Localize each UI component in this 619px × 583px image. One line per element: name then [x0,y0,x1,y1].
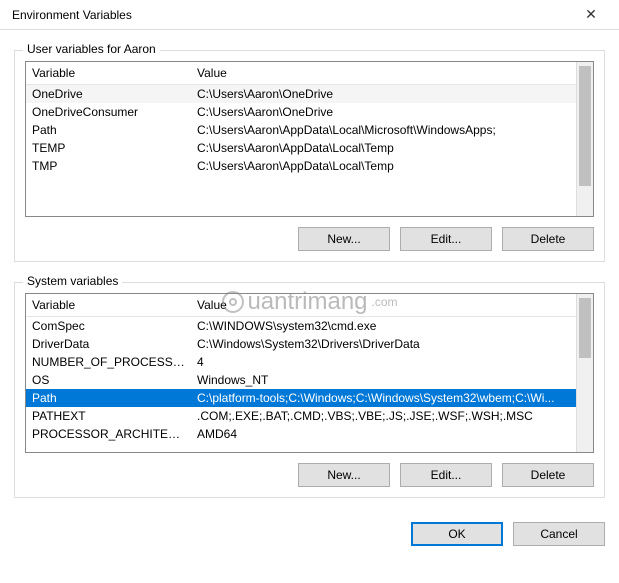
table-row[interactable]: PathC:\platform-tools;C:\Windows;C:\Wind… [26,389,576,407]
table-row[interactable]: OneDriveC:\Users\Aaron\OneDrive [26,85,576,104]
var-value-cell: C:\Windows\System32\Drivers\DriverData [191,335,576,353]
var-value-cell: C:\Users\Aaron\AppData\Local\Temp [191,157,576,175]
var-name-cell: OneDrive [26,85,191,104]
user-col-value[interactable]: Value [191,62,576,85]
system-col-value[interactable]: Value [191,294,576,317]
user-col-variable[interactable]: Variable [26,62,191,85]
system-variables-group: System variables Variable Value ComSpecC… [14,282,605,498]
var-name-cell: Path [26,389,191,407]
dialog-button-row: OK Cancel [0,510,619,546]
var-value-cell: C:\Users\Aaron\AppData\Local\Temp [191,139,576,157]
var-value-cell: Windows_NT [191,371,576,389]
ok-button[interactable]: OK [411,522,503,546]
var-name-cell: NUMBER_OF_PROCESSORS [26,353,191,371]
table-row[interactable]: TMPC:\Users\Aaron\AppData\Local\Temp [26,157,576,175]
var-name-cell: DriverData [26,335,191,353]
user-scrollbar[interactable] [576,62,593,216]
system-variables-table-wrap: Variable Value ComSpecC:\WINDOWS\system3… [25,293,594,453]
var-name-cell: TEMP [26,139,191,157]
var-name-cell: PROCESSOR_ARCHITECTURE [26,425,191,443]
user-scrollbar-thumb[interactable] [579,66,591,186]
var-value-cell: C:\platform-tools;C:\Windows;C:\Windows\… [191,389,576,407]
var-value-cell: 4 [191,353,576,371]
dialog-content: User variables for Aaron Variable Value … [0,30,619,510]
system-delete-button[interactable]: Delete [502,463,594,487]
user-new-button[interactable]: New... [298,227,390,251]
system-scrollbar[interactable] [576,294,593,452]
user-variables-group: User variables for Aaron Variable Value … [14,50,605,262]
close-icon: ✕ [585,6,597,23]
window-title: Environment Variables [8,8,571,22]
titlebar: Environment Variables ✕ [0,0,619,30]
table-row[interactable]: DriverDataC:\Windows\System32\Drivers\Dr… [26,335,576,353]
var-name-cell: ComSpec [26,317,191,336]
table-row[interactable]: PathC:\Users\Aaron\AppData\Local\Microso… [26,121,576,139]
system-variables-table[interactable]: Variable Value ComSpecC:\WINDOWS\system3… [26,294,576,443]
var-value-cell: C:\Users\Aaron\OneDrive [191,85,576,104]
table-row[interactable]: TEMPC:\Users\Aaron\AppData\Local\Temp [26,139,576,157]
table-row[interactable]: OSWindows_NT [26,371,576,389]
table-row[interactable]: PROCESSOR_ARCHITECTUREAMD64 [26,425,576,443]
table-row[interactable]: PATHEXT.COM;.EXE;.BAT;.CMD;.VBS;.VBE;.JS… [26,407,576,425]
var-value-cell: C:\WINDOWS\system32\cmd.exe [191,317,576,336]
system-new-button[interactable]: New... [298,463,390,487]
user-variables-table[interactable]: Variable Value OneDriveC:\Users\Aaron\On… [26,62,576,175]
system-button-row: New... Edit... Delete [25,463,594,487]
user-edit-button[interactable]: Edit... [400,227,492,251]
var-name-cell: OS [26,371,191,389]
system-edit-button[interactable]: Edit... [400,463,492,487]
var-value-cell: C:\Users\Aaron\OneDrive [191,103,576,121]
var-name-cell: OneDriveConsumer [26,103,191,121]
table-row[interactable]: OneDriveConsumerC:\Users\Aaron\OneDrive [26,103,576,121]
var-name-cell: Path [26,121,191,139]
var-name-cell: TMP [26,157,191,175]
system-scrollbar-thumb[interactable] [579,298,591,358]
var-value-cell: .COM;.EXE;.BAT;.CMD;.VBS;.VBE;.JS;.JSE;.… [191,407,576,425]
system-variables-label: System variables [23,274,122,288]
user-variables-label: User variables for Aaron [23,42,160,56]
user-button-row: New... Edit... Delete [25,227,594,251]
close-button[interactable]: ✕ [571,1,611,29]
system-col-variable[interactable]: Variable [26,294,191,317]
user-delete-button[interactable]: Delete [502,227,594,251]
table-row[interactable]: ComSpecC:\WINDOWS\system32\cmd.exe [26,317,576,336]
table-row[interactable]: NUMBER_OF_PROCESSORS4 [26,353,576,371]
var-value-cell: C:\Users\Aaron\AppData\Local\Microsoft\W… [191,121,576,139]
var-value-cell: AMD64 [191,425,576,443]
cancel-button[interactable]: Cancel [513,522,605,546]
var-name-cell: PATHEXT [26,407,191,425]
user-variables-table-wrap: Variable Value OneDriveC:\Users\Aaron\On… [25,61,594,217]
